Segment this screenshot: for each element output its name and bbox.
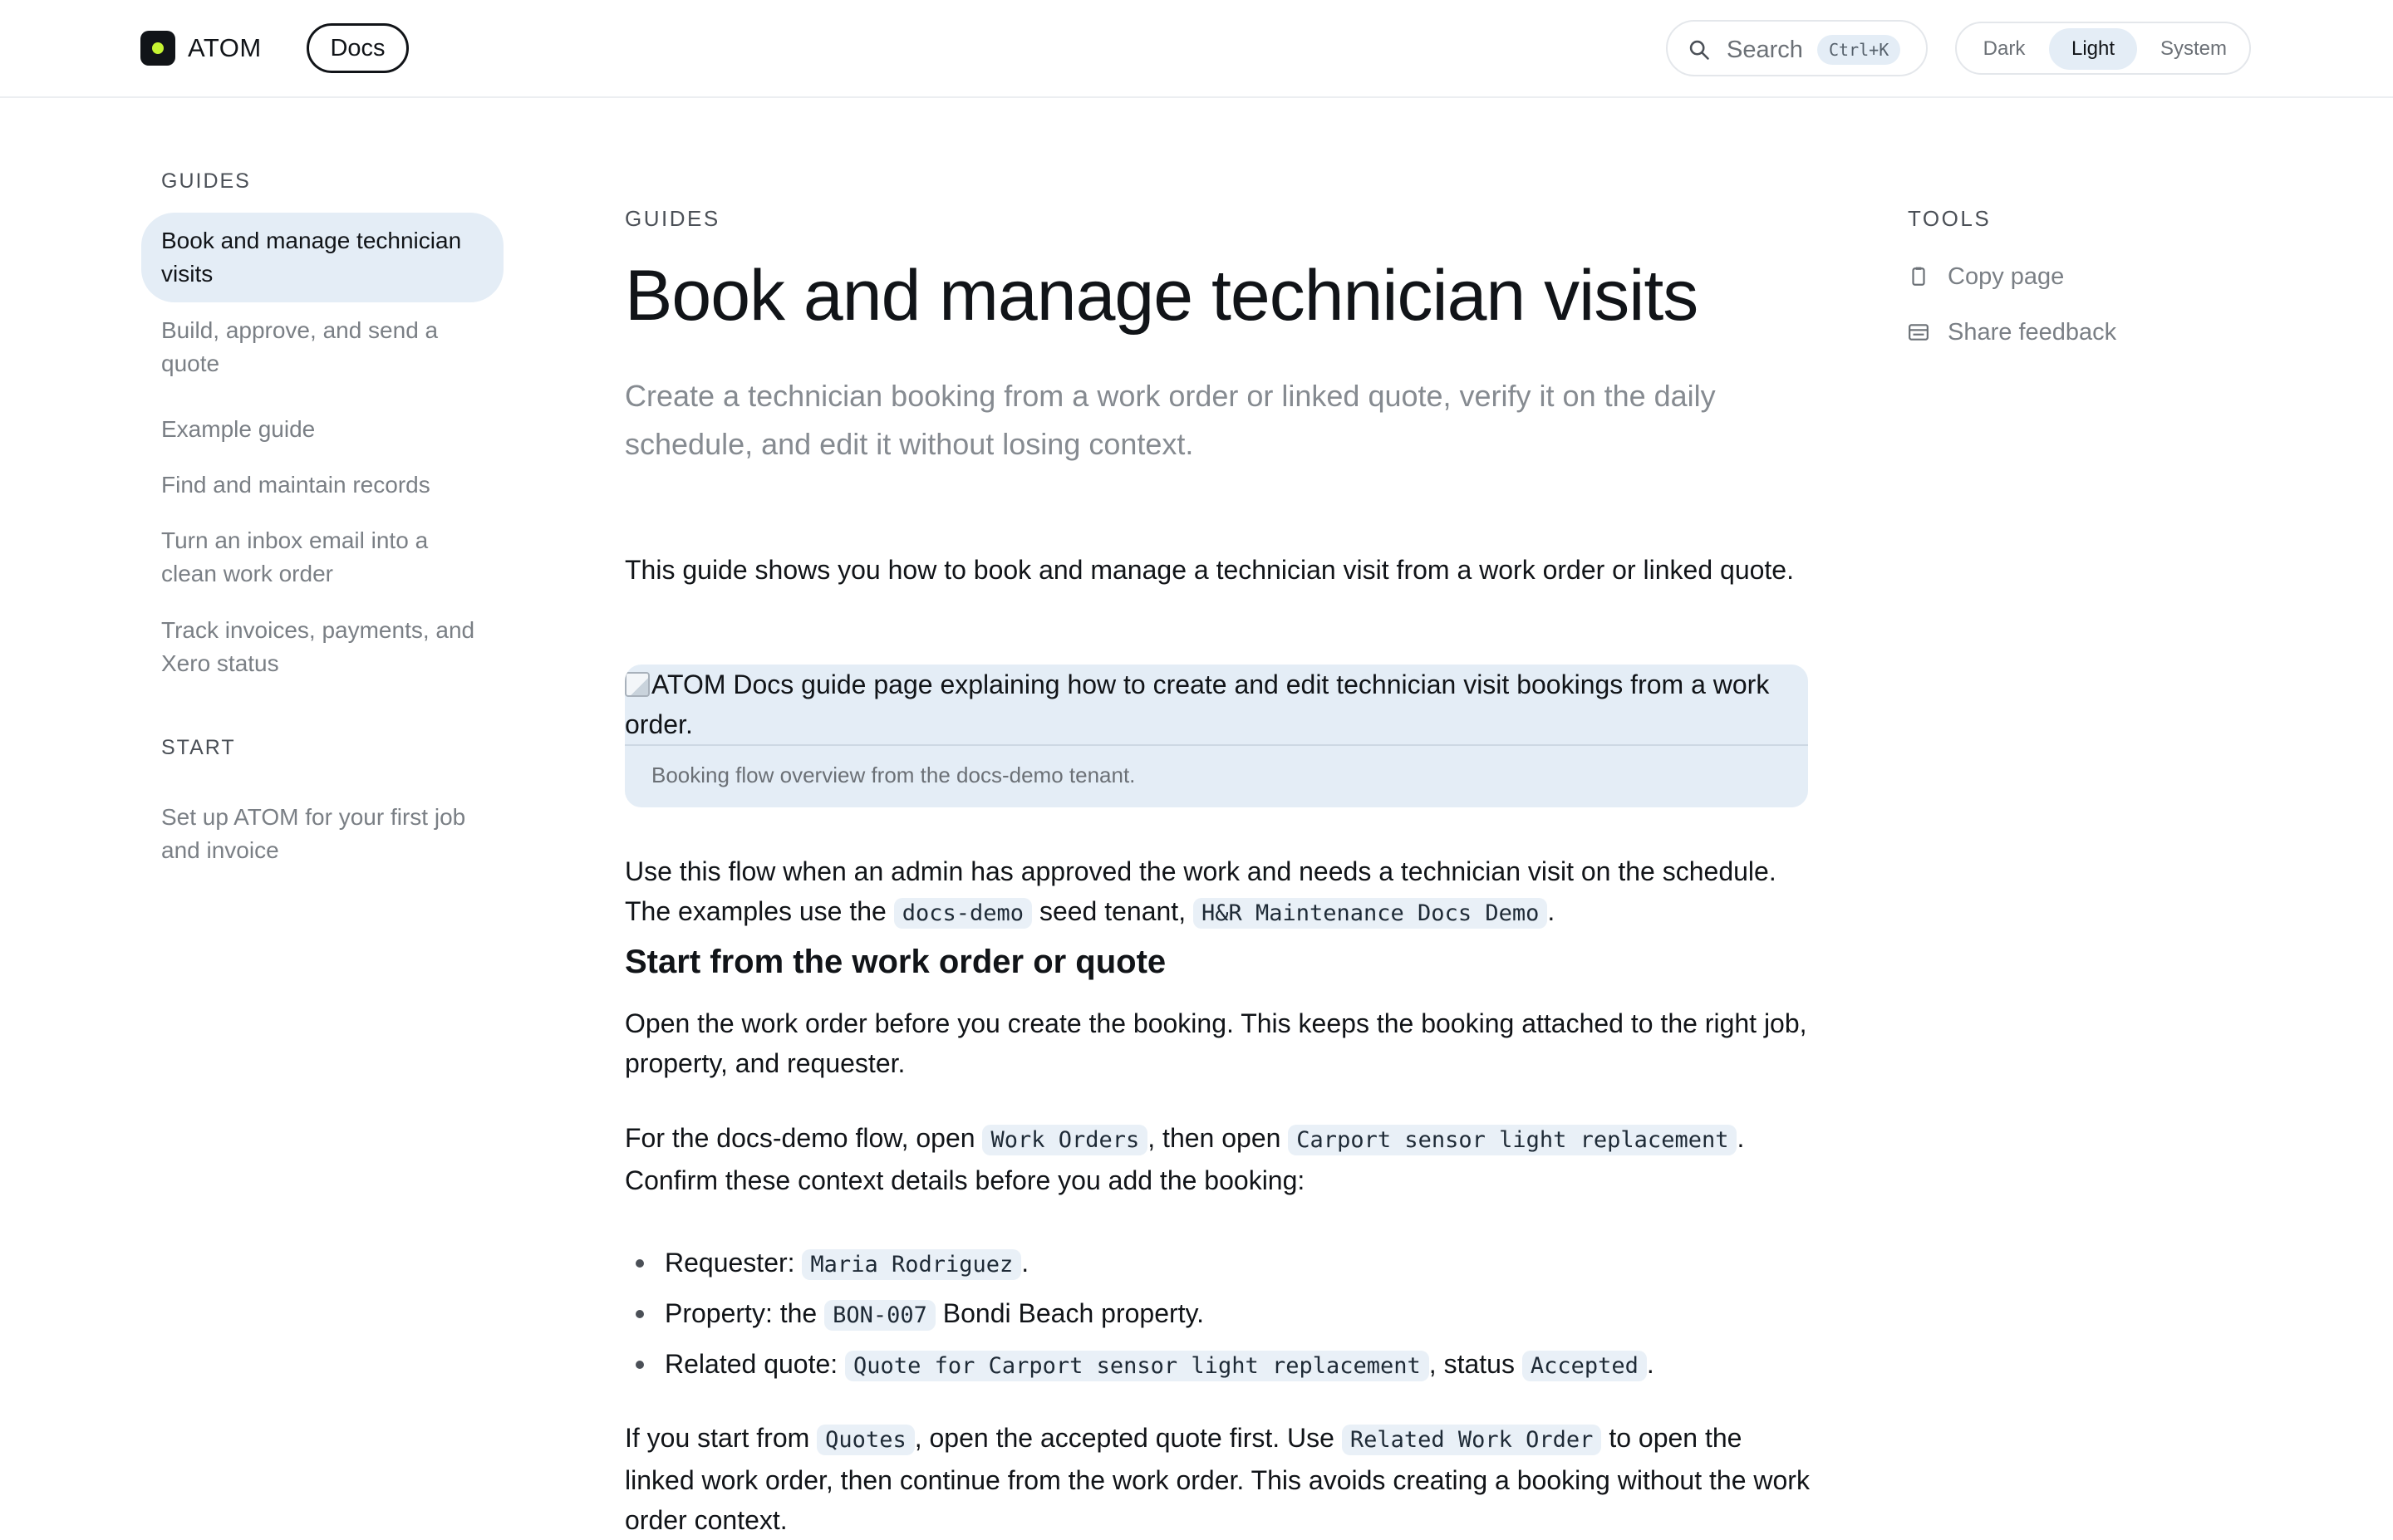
theme-option-light[interactable]: Light xyxy=(2049,28,2137,70)
list-item: Related quote: Quote for Carport sensor … xyxy=(625,1346,1813,1385)
sidebar-item-example-guide[interactable]: Example guide xyxy=(141,401,504,458)
sidebar-section-heading: START xyxy=(161,736,236,759)
inline-code: H&R Maintenance Docs Demo xyxy=(1192,898,1548,929)
inline-code: Quote for Carport sensor light replaceme… xyxy=(845,1351,1429,1381)
broken-image-icon xyxy=(625,672,650,697)
atom-logo-icon[interactable] xyxy=(140,31,175,66)
text-run: . xyxy=(1646,1349,1654,1379)
sidebar-item-quote[interactable]: Build, approve, and send a quote xyxy=(141,302,504,392)
list-item: Requester: Maria Rodriguez. xyxy=(625,1244,1813,1283)
text-run: Bondi Beach property. xyxy=(942,1298,1205,1328)
text-run: , status xyxy=(1428,1349,1515,1379)
tools-heading: TOOLS xyxy=(1908,206,1992,231)
figure-image: ATOM Docs guide page explaining how to c… xyxy=(625,665,1808,744)
list-item: Property: the BON-007 Bondi Beach proper… xyxy=(625,1295,1813,1334)
page-eyebrow: GUIDES xyxy=(625,206,720,231)
inline-code: Accepted xyxy=(1521,1351,1647,1381)
text-run: . xyxy=(1547,896,1555,926)
text-run: , then open xyxy=(1147,1123,1281,1153)
inline-code: Quotes xyxy=(817,1425,915,1455)
docs-demo-paragraph: For the docs-demo flow, open Work Orders… xyxy=(625,1118,1813,1200)
context-paragraph: Use this flow when an admin has approved… xyxy=(625,851,1813,934)
search-label: Search xyxy=(1727,37,1803,63)
copy-icon xyxy=(1912,267,1925,286)
text-run: , open the accepted quote first. Use xyxy=(914,1423,1334,1453)
text-run: For the docs-demo flow, open xyxy=(625,1123,975,1153)
sidebar-item-setup[interactable]: Set up ATOM for your first job and invoi… xyxy=(141,789,504,879)
sidebar-item-book-technician-visits[interactable]: Book and manage technician visits xyxy=(141,213,504,302)
inline-code: BON-007 xyxy=(824,1300,936,1331)
section-heading: Start from the work order or quote xyxy=(625,944,1167,980)
text-run: If you start from xyxy=(625,1423,810,1453)
search-icon xyxy=(1689,40,1709,60)
text-run: seed tenant, xyxy=(1039,896,1187,926)
copy-page-label: Copy page xyxy=(1948,263,2065,290)
intro-paragraph: This guide shows you how to book and man… xyxy=(625,555,1794,585)
text-run: Property: the xyxy=(665,1298,818,1328)
search-shortcut-badge: Ctrl+K xyxy=(1817,35,1901,65)
figure-alt-text: ATOM Docs guide page explaining how to c… xyxy=(625,669,1770,739)
top-header: ATOM Docs Search Ctrl+K Dark Light Syste… xyxy=(0,0,2393,98)
page-lede: Create a technician booking from a work … xyxy=(625,379,1716,461)
sidebar-item-inbox-email[interactable]: Turn an inbox email into a clean work or… xyxy=(141,513,504,602)
theme-switch: Dark Light System xyxy=(1955,22,2251,75)
guide-figure: ATOM Docs guide page explaining how to c… xyxy=(625,665,1808,807)
text-run: Related quote: xyxy=(665,1349,838,1379)
figure-caption: Booking flow overview from the docs-demo… xyxy=(651,763,1136,787)
inline-code: docs-demo xyxy=(893,898,1033,929)
quotes-paragraph: If you start from Quotes, open the accep… xyxy=(625,1418,1813,1540)
sidebar-item-invoices[interactable]: Track invoices, payments, and Xero statu… xyxy=(141,602,504,692)
inline-code: Carport sensor light replacement xyxy=(1288,1125,1737,1155)
sidebar-section-heading: GUIDES xyxy=(161,169,251,193)
feedback-icon xyxy=(1909,324,1929,341)
figure-divider xyxy=(625,744,1808,746)
inline-code: Maria Rodriguez xyxy=(802,1249,1022,1280)
text-run: Requester: xyxy=(665,1248,795,1278)
theme-option-dark[interactable]: Dark xyxy=(1967,28,2042,70)
brand-name[interactable]: ATOM xyxy=(188,32,262,65)
inline-code: Related Work Order xyxy=(1341,1425,1602,1455)
share-feedback-label: Share feedback xyxy=(1948,319,2117,346)
page-title: Book and manage technician visits xyxy=(625,256,1698,336)
docs-button[interactable]: Docs xyxy=(307,23,409,73)
search-button[interactable]: Search Ctrl+K xyxy=(1666,20,1928,76)
sidebar-item-records[interactable]: Find and maintain records xyxy=(141,457,504,513)
text-run: . xyxy=(1021,1248,1029,1278)
theme-option-system[interactable]: System xyxy=(2145,28,2243,70)
open-work-order-paragraph: Open the work order before you create th… xyxy=(625,1008,1807,1078)
inline-code: Work Orders xyxy=(982,1125,1148,1155)
